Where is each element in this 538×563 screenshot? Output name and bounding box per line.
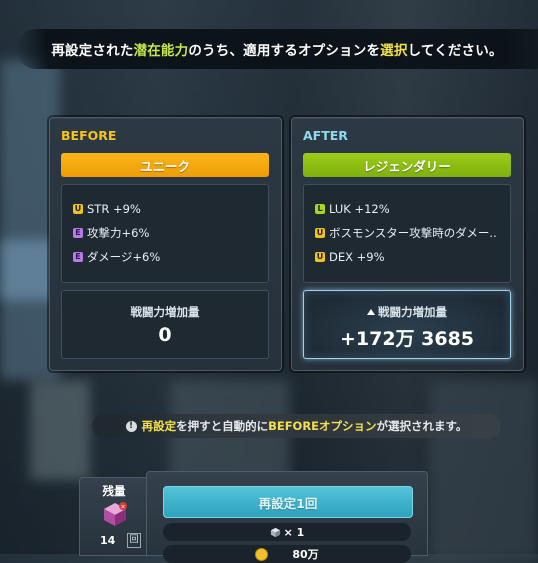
banner-text-1: 再設定された [51,43,134,59]
option-text: ダメージ+6% [87,250,161,264]
banner-text-2: のうち、適用するオプションを [188,43,381,59]
unique-grade-icon: U [315,228,325,238]
option-text: 攻撃力+6% [87,226,150,240]
auto-select-notice: ! 再設定 を押すと自動的に BEFOREオプション が選択されます。 [92,414,501,438]
before-option-row: E ダメージ+6% [73,249,160,265]
before-options-list: U STR +9% E 攻撃力+6% E ダメージ+6% [61,184,269,283]
stock-count: 14 [100,534,116,547]
meso-cost-pill: 80万 [163,545,411,563]
after-options-list: L LUK +12% U ボスモンスター攻撃時のダメー.. U DEX +9% [303,184,511,283]
background-blur [430,380,538,560]
banner-highlight-select: 選択 [380,43,408,59]
reset-action-box: 再設定1回 × 1 80万 [146,471,428,563]
stock-label: 残量 [102,484,126,498]
after-power-box: 戦闘力増加量 +172万 3685 [303,290,511,359]
after-option-row: U DEX +9% [315,249,385,265]
option-text: ボスモンスター攻撃時のダメー.. [329,226,497,240]
cube-stock-box: 残量 × 14 回 [79,477,149,556]
cube-cost-text: × 1 [283,525,305,539]
banner-highlight-potential: 潜在能力 [133,43,189,59]
svg-text:×: × [120,504,125,511]
notice-text-2: が選択されます。 [376,419,468,433]
option-text: DEX +9% [329,250,385,264]
reset-once-button[interactable]: 再設定1回 [163,486,413,518]
unique-grade-icon: U [73,204,83,214]
after-option-panel[interactable]: AFTER レジェンダリー L LUK +12% U ボスモンスター攻撃時のダメ… [291,117,524,371]
power-increase-title-text: 戦闘力増加量 [378,305,447,319]
cube-icon: × [104,502,127,526]
epic-grade-icon: E [73,228,83,238]
after-option-row: U ボスモンスター攻撃時のダメー.. [315,225,497,241]
power-increase-value: +172万 3685 [339,328,475,350]
notice-reset-word: 再設定 [141,419,177,433]
meso-cost-text: 80万 [292,548,319,561]
before-option-row: U STR +9% [73,201,141,217]
after-option-row: L LUK +12% [315,201,390,217]
option-text: STR +9% [87,202,141,216]
instruction-banner: 再設定された 潜在能力 のうち、適用するオプションを 選択 してください。 [16,29,538,69]
power-increase-title: 戦闘力増加量 [130,305,200,319]
meso-coin-icon [255,547,269,561]
before-option-panel[interactable]: BEFORE ユニーク U STR +9% E 攻撃力+6% E ダメージ+6%… [49,117,282,371]
banner-text-3: してください。 [407,43,503,59]
power-increase-title: 戦闘力増加量 [304,304,510,320]
before-option-row: E 攻撃力+6% [73,225,149,241]
epic-grade-icon: E [73,252,83,262]
after-label: AFTER [303,128,348,143]
option-text: LUK +12% [329,202,390,216]
legendary-grade-icon: L [315,204,325,214]
unique-grade-icon: U [315,252,325,262]
cube-cost-icon [270,527,280,537]
notice-text-1: を押すと自動的に [176,419,269,433]
increase-arrow-icon [367,309,375,315]
notice-before-option: BEFOREオプション [268,419,377,433]
before-label: BEFORE [61,128,117,143]
cube-cost-pill: × 1 [163,523,411,541]
stock-unit: 回 [127,533,141,548]
before-grade-bar: ユニーク [61,153,269,177]
info-icon: ! [125,420,137,432]
before-power-box: 戦闘力増加量 0 [61,290,269,359]
background-blur [30,380,90,480]
after-grade-bar: レジェンダリー [303,153,511,177]
power-increase-value: 0 [158,324,172,346]
